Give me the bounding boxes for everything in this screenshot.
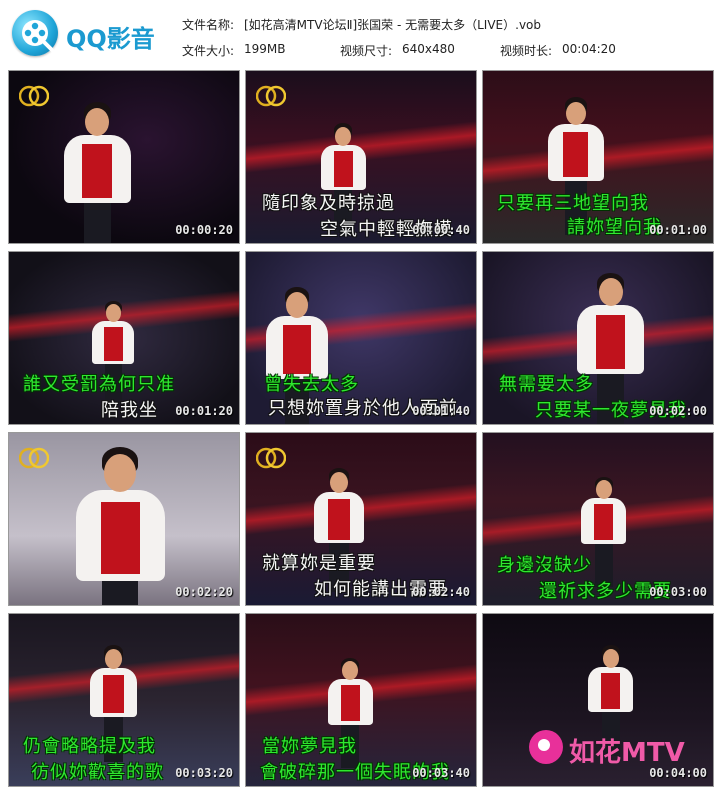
timestamp: 00:02:00 (649, 404, 707, 418)
video-thumbnail[interactable]: 隨印象及時掠過 空氣中輕輕撫摸 00:00:40 (245, 70, 477, 244)
subtitle-line: 彷似妳歡喜的歌 (31, 762, 164, 783)
video-thumbnail[interactable]: 00:04:00 如花MTV (482, 613, 714, 787)
video-thumbnail[interactable]: 曾失去太多 只想妳置身於他人面前 00:01:40 (245, 251, 477, 425)
video-thumbnail[interactable]: 當妳夢見我 會破碎那一個失眠的我 00:03:40 (245, 613, 477, 787)
timestamp: 00:00:40 (412, 223, 470, 237)
subtitle-line: 當妳夢見我 (262, 736, 357, 757)
subtitle-line: 隨印象及時掠過 (262, 193, 395, 214)
subtitle-line: 仍會略略提及我 (23, 736, 156, 757)
video-thumbnail[interactable]: 身邊沒缺少 還祈求多少需要 00:03:00 (482, 432, 714, 606)
subtitle-line: 身邊沒缺少 (497, 555, 592, 576)
subtitle-line: 無需要太多 (499, 374, 594, 395)
thumbnail-grid: 00:00:20 隨印象及時掠過 空氣中輕輕撫摸 00:00:40 只要再三地望向我 請妳… (0, 0, 720, 797)
video-thumbnail[interactable]: 仍會略略提及我彷似妳歡喜的歌 00:03:20 (8, 613, 240, 787)
performer-figure (75, 446, 166, 605)
subtitle-line: 陪我坐 (101, 400, 158, 421)
channel-logo-icon (18, 83, 50, 109)
brand-watermark: 如花MTV (529, 728, 685, 768)
timestamp: 00:02:20 (175, 585, 233, 599)
video-thumbnail[interactable]: 無需要太多 只要某一夜夢見我 00:02:00 (482, 251, 714, 425)
timestamp: 00:02:40 (412, 585, 470, 599)
subtitle-line: 誰又受罰為何只准 (23, 374, 175, 395)
video-thumbnail[interactable]: 00:02:20 (8, 432, 240, 606)
timestamp: 00:01:40 (412, 404, 470, 418)
subtitle-line: 請妳望向我 (567, 217, 662, 238)
channel-logo-icon (18, 445, 50, 471)
timestamp: 00:03:20 (175, 766, 233, 780)
video-thumbnail[interactable]: 00:00:20 (8, 70, 240, 244)
subtitle-line: 只要再三地望向我 (497, 193, 649, 214)
brand-logo-icon (529, 730, 563, 764)
timestamp: 00:03:00 (649, 585, 707, 599)
subtitle-line: 曾失去太多 (264, 374, 359, 395)
timestamp: 00:01:20 (175, 404, 233, 418)
timestamp: 00:01:00 (649, 223, 707, 237)
subtitle-line: 就算妳是重要 (262, 553, 376, 574)
timestamp: 00:00:20 (175, 223, 233, 237)
channel-logo-icon (255, 83, 287, 109)
performer-figure (63, 102, 131, 243)
video-thumbnail[interactable]: 誰又受罰為何只准陪我坐 00:01:20 (8, 251, 240, 425)
timestamp: 00:03:40 (412, 766, 470, 780)
video-thumbnail[interactable]: 就算妳是重要 如何能講出需要 00:02:40 (245, 432, 477, 606)
brand-text: 如花MTV (569, 738, 685, 768)
video-thumbnail[interactable]: 只要再三地望向我請妳望向我 00:01:00 (482, 70, 714, 244)
channel-logo-icon (255, 445, 287, 471)
